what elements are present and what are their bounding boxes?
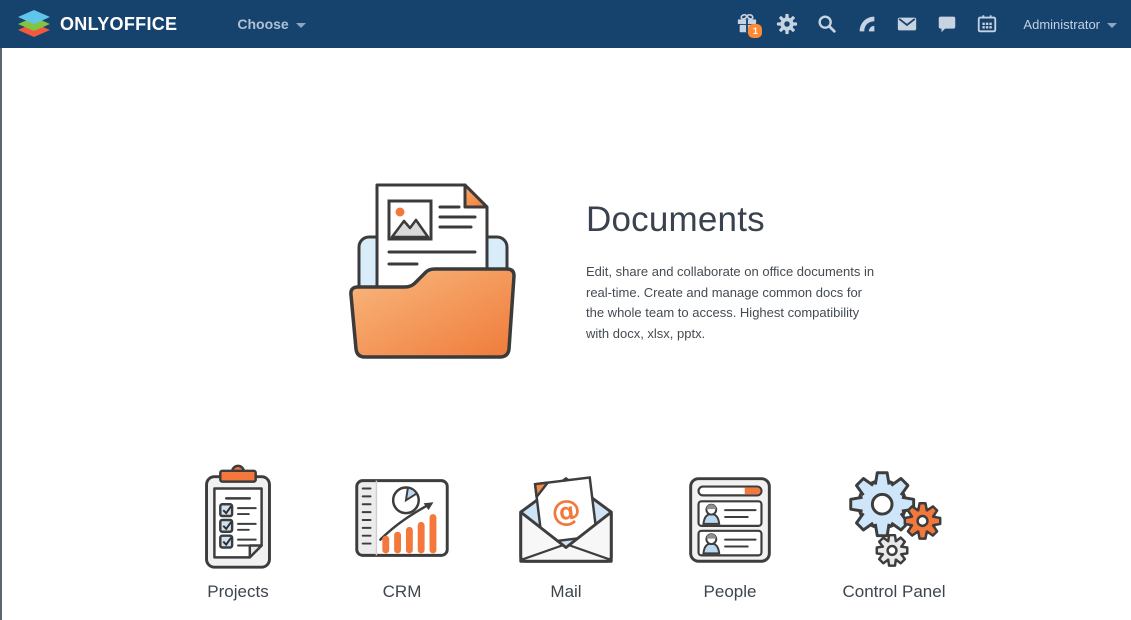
module-label-crm: CRM bbox=[383, 582, 422, 602]
chevron-down-icon bbox=[296, 23, 306, 28]
user-menu[interactable]: Administrator bbox=[1023, 17, 1117, 32]
brand-name: ONLYOFFICE bbox=[60, 14, 177, 35]
documents-hero: Documents Edit, share and collaborate on… bbox=[586, 200, 886, 344]
gear-icon bbox=[776, 13, 798, 35]
module-label-people: People bbox=[704, 582, 757, 602]
module-control-panel[interactable]: Control Panel bbox=[812, 458, 976, 602]
module-chooser-dropdown[interactable]: Choose bbox=[237, 16, 305, 32]
module-label-projects: Projects bbox=[207, 582, 268, 602]
module-mail[interactable]: @ Mail bbox=[484, 458, 648, 602]
documents-description: Edit, share and collaborate on office do… bbox=[586, 262, 878, 344]
window-edge bbox=[0, 48, 2, 620]
onlyoffice-logo[interactable]: ONLYOFFICE bbox=[0, 9, 177, 39]
settings-button[interactable] bbox=[767, 0, 807, 48]
feed-button[interactable] bbox=[847, 0, 887, 48]
talk-button[interactable] bbox=[927, 0, 967, 48]
calendar-icon bbox=[976, 13, 998, 35]
documents-module-link[interactable] bbox=[337, 175, 537, 365]
search-icon bbox=[816, 13, 838, 35]
module-projects[interactable]: Projects bbox=[156, 458, 320, 602]
gears-icon bbox=[835, 458, 953, 578]
module-crm[interactable]: CRM bbox=[320, 458, 484, 602]
crm-chart-icon bbox=[343, 458, 461, 578]
calendar-button[interactable] bbox=[967, 0, 1007, 48]
user-name: Administrator bbox=[1023, 17, 1100, 32]
documents-title-link[interactable]: Documents bbox=[586, 200, 886, 240]
modules-row: Projects bbox=[156, 458, 976, 602]
gift-button[interactable]: 1 bbox=[727, 0, 767, 48]
projects-clipboard-icon bbox=[179, 458, 297, 578]
mail-button[interactable] bbox=[887, 0, 927, 48]
module-chooser-label: Choose bbox=[237, 16, 288, 32]
search-button[interactable] bbox=[807, 0, 847, 48]
svg-text:@: @ bbox=[549, 492, 582, 529]
chat-bubble-icon bbox=[936, 13, 958, 35]
module-people[interactable]: People bbox=[648, 458, 812, 602]
onlyoffice-layers-icon bbox=[16, 9, 52, 39]
module-label-mail: Mail bbox=[550, 582, 581, 602]
documents-folder-icon bbox=[337, 175, 537, 365]
mail-envelope-icon: @ bbox=[507, 458, 625, 578]
module-label-control-panel: Control Panel bbox=[842, 582, 945, 602]
chevron-down-icon bbox=[1107, 23, 1117, 28]
feed-icon bbox=[856, 13, 878, 35]
mail-icon bbox=[896, 13, 918, 35]
people-cards-icon bbox=[671, 458, 789, 578]
topbar-actions: 1 bbox=[727, 0, 1131, 48]
gift-badge: 1 bbox=[748, 24, 762, 38]
top-navigation-bar: ONLYOFFICE Choose 1 bbox=[0, 0, 1131, 48]
